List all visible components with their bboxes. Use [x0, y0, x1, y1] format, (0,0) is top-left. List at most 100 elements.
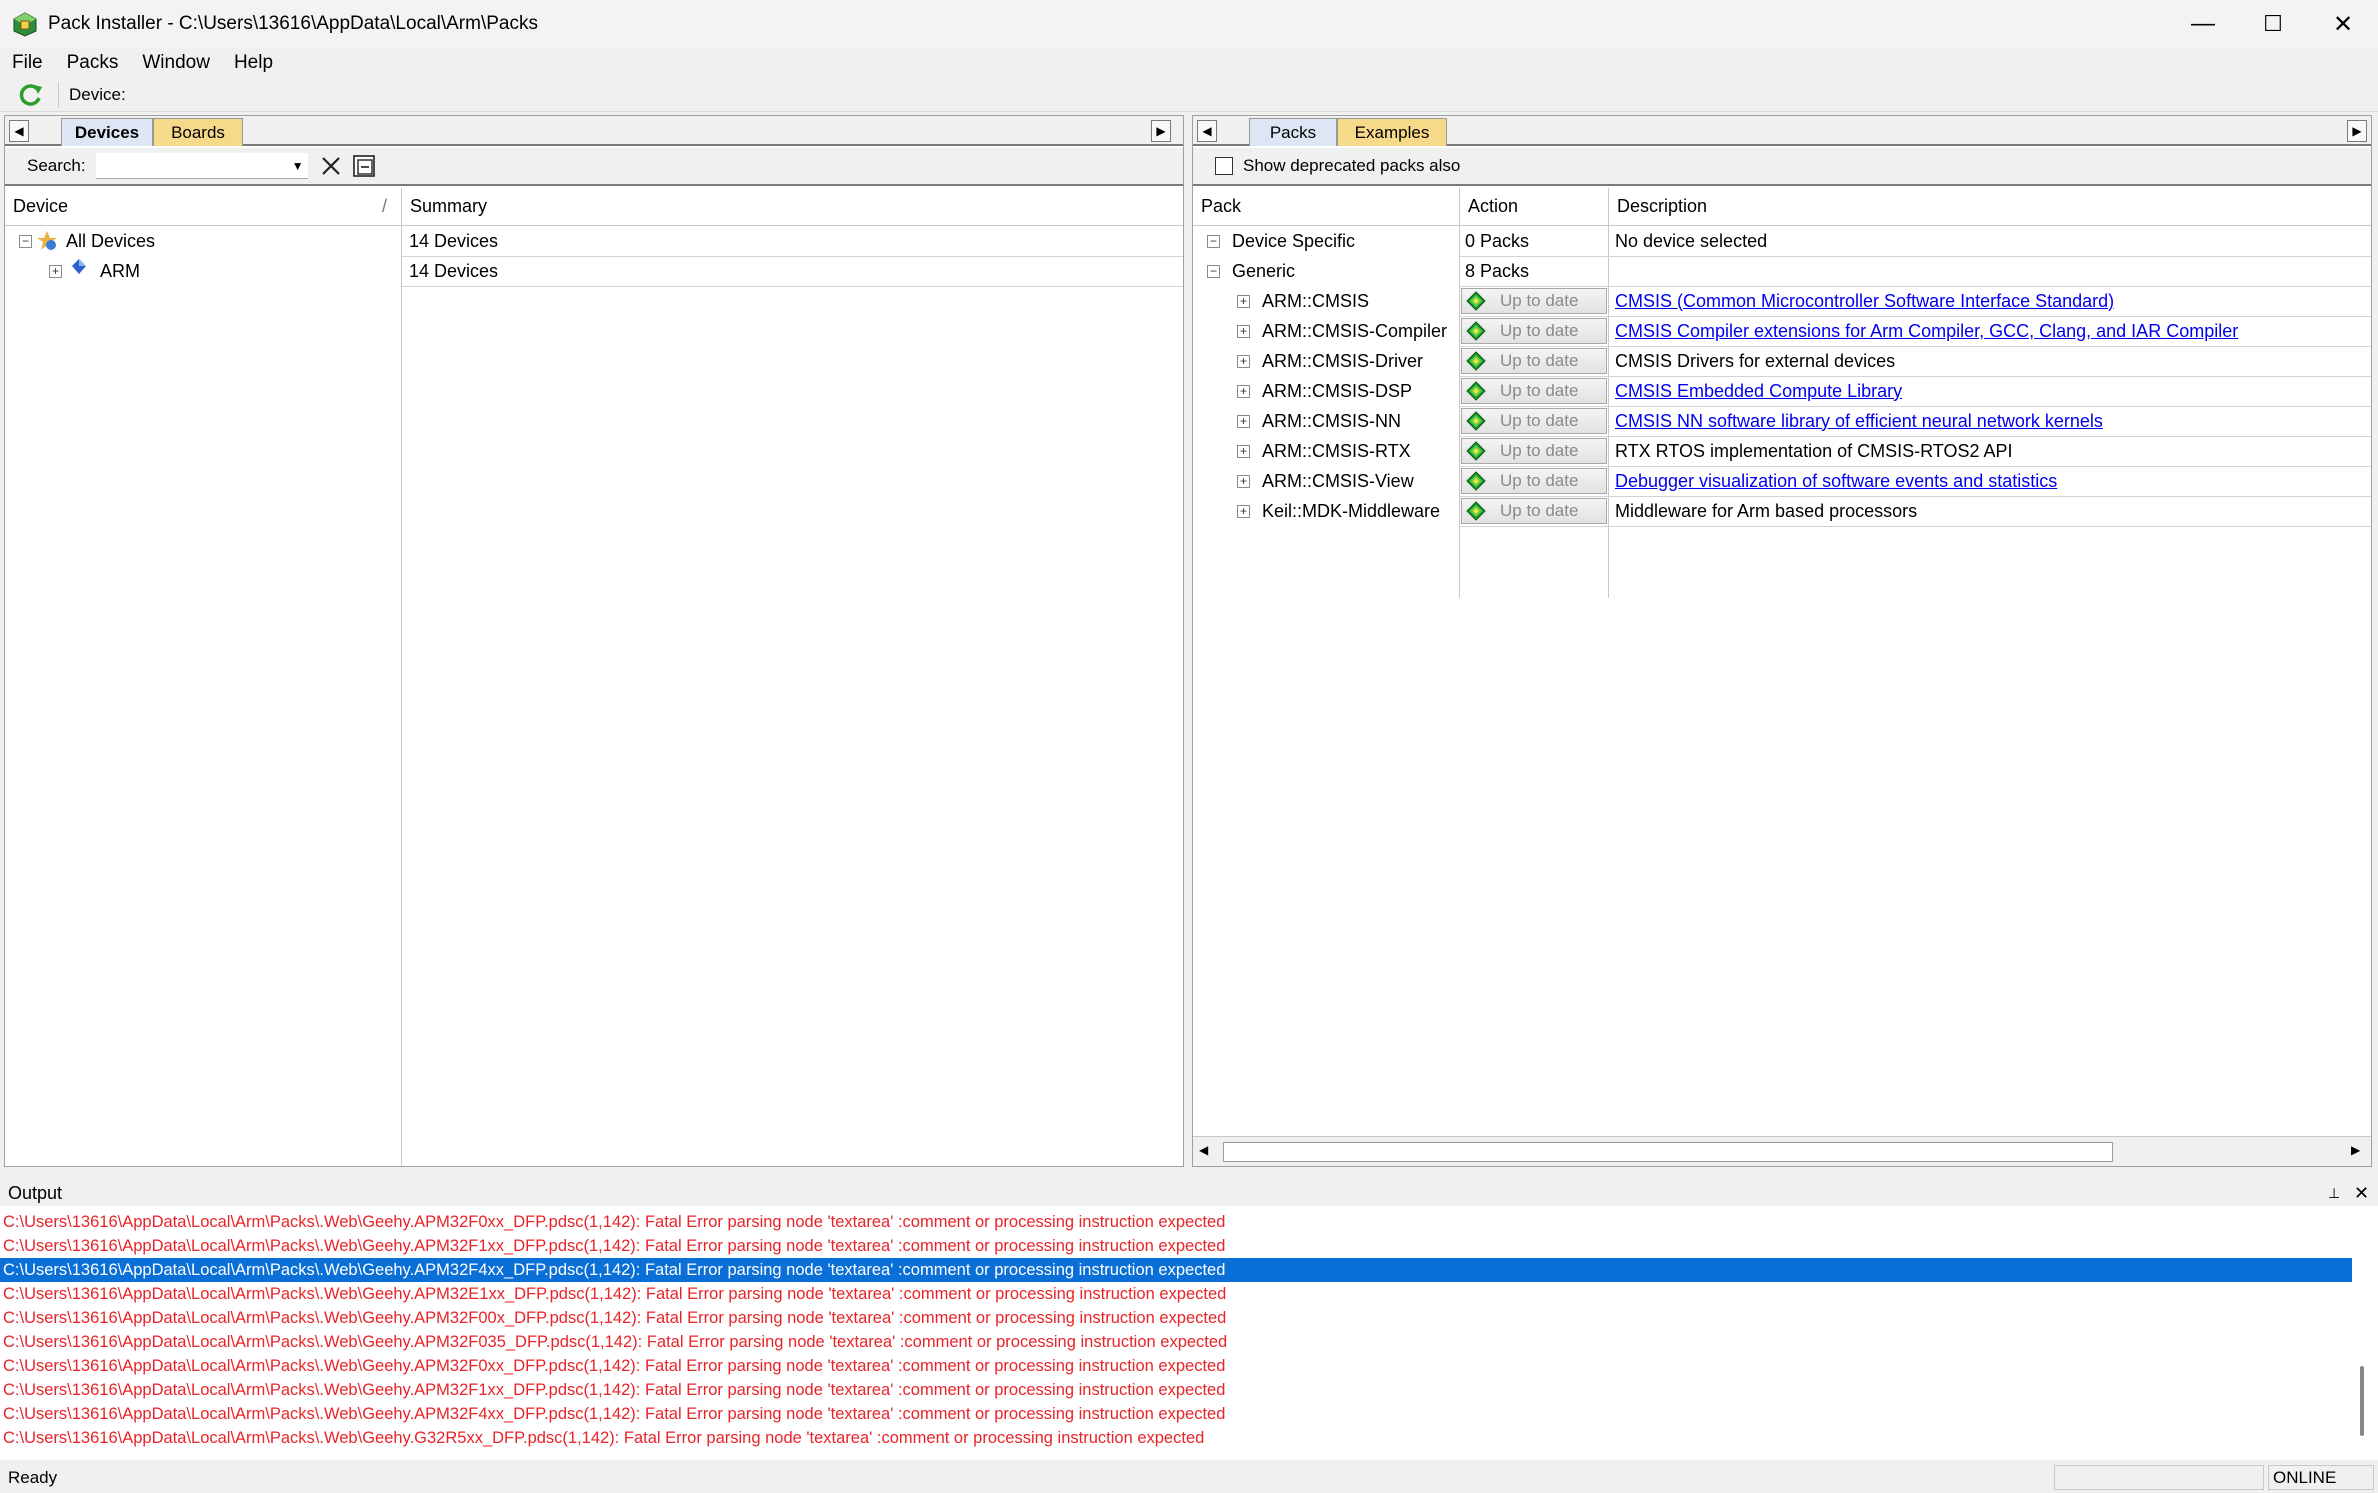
output-line[interactable]: C:\Users\13616\AppData\Local\Arm\Packs\.… — [0, 1402, 2352, 1426]
scroll-left-arrow-icon[interactable]: ◀ — [1197, 120, 1217, 142]
collapse-all-icon[interactable] — [352, 154, 376, 178]
expand-icon[interactable]: + — [1237, 384, 1250, 398]
pack-name: ARM::CMSIS-DSP — [1262, 380, 1413, 401]
online-status: ONLINE — [2268, 1465, 2374, 1490]
collapse-icon[interactable]: − — [1207, 234, 1220, 248]
description-link[interactable]: CMSIS Embedded Compute Library — [1615, 376, 2367, 406]
pack-name: ARM::CMSIS-Compiler — [1262, 320, 1448, 341]
group-action: 0 Packs — [1465, 230, 1530, 251]
up-to-date-button[interactable]: Up to date — [1461, 288, 1607, 314]
output-line[interactable]: C:\Users\13616\AppData\Local\Arm\Packs\.… — [0, 1282, 2352, 1306]
tab-packs[interactable]: Packs — [1249, 118, 1337, 146]
expand-icon[interactable]: + — [1237, 474, 1250, 488]
expand-icon[interactable]: + — [1237, 414, 1250, 428]
summary-cell: 14 Devices — [409, 230, 499, 251]
close-button[interactable]: ✕ — [2308, 0, 2378, 48]
scroll-right-arrow-icon[interactable]: ▶ — [1151, 120, 1171, 142]
pack-row[interactable]: + ARM::CMSIS-NN — [1193, 406, 1459, 436]
expand-icon[interactable]: + — [1237, 324, 1250, 338]
expand-icon[interactable]: + — [1237, 444, 1250, 458]
expand-icon[interactable]: + — [1237, 294, 1250, 308]
chevron-down-icon[interactable]: ▼ — [292, 159, 304, 173]
description-link[interactable]: CMSIS NN software library of efficient n… — [1615, 406, 2367, 436]
status-diamond-icon — [1466, 351, 1486, 371]
pack-row[interactable]: + ARM::CMSIS-RTX — [1193, 436, 1459, 466]
output-line[interactable]: C:\Users\13616\AppData\Local\Arm\Packs\.… — [0, 1426, 2352, 1450]
scroll-right-arrow-icon[interactable]: ▶ — [2351, 1143, 2360, 1157]
pack-row[interactable]: + ARM::CMSIS-View — [1193, 466, 1459, 496]
pack-row[interactable]: + ARM::CMSIS-Compiler — [1193, 316, 1459, 346]
pack-row[interactable]: + ARM::CMSIS-DSP — [1193, 376, 1459, 406]
description-link[interactable]: CMSIS Compiler extensions for Arm Compil… — [1615, 316, 2367, 346]
maximize-icon: ☐ — [2263, 11, 2283, 36]
tab-boards[interactable]: Boards — [153, 118, 243, 146]
action-label: Up to date — [1500, 471, 1579, 490]
up-to-date-button[interactable]: Up to date — [1461, 318, 1607, 344]
group-row-generic[interactable]: − Generic — [1193, 256, 1459, 286]
group-row-device-specific[interactable]: − Device Specific — [1193, 226, 1459, 256]
tab-devices[interactable]: Devices — [61, 118, 153, 146]
output-line[interactable]: C:\Users\13616\AppData\Local\Arm\Packs\.… — [0, 1330, 2352, 1354]
pack-column-header[interactable]: Pack — [1193, 188, 1459, 226]
description-link[interactable]: CMSIS (Common Microcontroller Software I… — [1615, 286, 2367, 316]
description-link[interactable]: Debugger visualization of software event… — [1615, 466, 2367, 496]
tab-examples[interactable]: Examples — [1337, 118, 1447, 146]
pack-row[interactable]: + ARM::CMSIS — [1193, 286, 1459, 316]
summary-cell: 14 Devices — [409, 260, 499, 281]
horizontal-scrollbar[interactable]: ◀ ▶ — [1193, 1136, 2371, 1166]
collapse-icon[interactable]: − — [19, 234, 32, 248]
maximize-button[interactable]: ☐ — [2238, 0, 2308, 48]
output-scrollbar-thumb[interactable] — [2360, 1366, 2364, 1436]
menu-window[interactable]: Window — [130, 52, 222, 74]
tree-row-arm[interactable]: + ARM — [5, 256, 401, 286]
up-to-date-button[interactable]: Up to date — [1461, 348, 1607, 374]
scrollbar-thumb[interactable] — [1223, 1142, 2113, 1162]
up-to-date-button[interactable]: Up to date — [1461, 498, 1607, 524]
menu-file[interactable]: File — [0, 52, 55, 74]
search-input[interactable]: ▼ — [95, 153, 308, 179]
search-label: Search: — [27, 156, 86, 175]
output-line[interactable]: C:\Users\13616\AppData\Local\Arm\Packs\.… — [0, 1258, 2352, 1282]
tree-row-all-devices[interactable]: − All Devices — [5, 226, 401, 256]
up-to-date-button[interactable]: Up to date — [1461, 378, 1607, 404]
up-to-date-button[interactable]: Up to date — [1461, 438, 1607, 464]
group-description — [1615, 256, 2365, 286]
clear-search-icon[interactable] — [320, 155, 342, 177]
pack-row[interactable]: + Keil::MDK-Middleware — [1193, 496, 1459, 526]
device-column-header[interactable]: Device / — [5, 188, 401, 226]
up-to-date-button[interactable]: Up to date — [1461, 468, 1607, 494]
expand-icon[interactable]: + — [49, 264, 62, 278]
expand-icon[interactable]: + — [1237, 354, 1250, 368]
summary-column-header[interactable]: Summary — [402, 188, 1183, 226]
output-line[interactable]: C:\Users\13616\AppData\Local\Arm\Packs\.… — [0, 1306, 2352, 1330]
output-panel[interactable]: C:\Users\13616\AppData\Local\Arm\Packs\.… — [0, 1206, 2378, 1460]
scroll-right-arrow-icon[interactable]: ▶ — [2347, 120, 2367, 142]
sort-icon: / — [381, 196, 387, 216]
menu-help[interactable]: Help — [222, 52, 285, 74]
toolbar: Device: — [0, 78, 2378, 112]
close-output-icon[interactable]: ✕ — [2354, 1183, 2369, 1204]
action-column-header[interactable]: Action — [1460, 188, 1608, 226]
right-tabstrip: ◀ Packs Examples ▶ — [1193, 116, 2371, 146]
output-line[interactable]: C:\Users\13616\AppData\Local\Arm\Packs\.… — [0, 1234, 2352, 1258]
scroll-left-arrow-icon[interactable]: ◀ — [9, 120, 29, 142]
output-line[interactable]: C:\Users\13616\AppData\Local\Arm\Packs\.… — [0, 1354, 2352, 1378]
expand-icon[interactable]: + — [1237, 504, 1250, 518]
collapse-icon[interactable]: − — [1207, 264, 1220, 278]
description-column-header[interactable]: Description — [1609, 188, 2371, 226]
action-label: Up to date — [1500, 291, 1579, 310]
deprecated-checkbox[interactable] — [1215, 157, 1233, 175]
devices-pane: ◀ Devices Boards ▶ Search: ▼ Device / Su… — [4, 115, 1184, 1167]
minimize-icon: — — [2191, 10, 2215, 37]
menu-packs[interactable]: Packs — [55, 52, 131, 74]
scroll-left-arrow-icon[interactable]: ◀ — [1199, 1143, 1208, 1157]
pack-name: Keil::MDK-Middleware — [1262, 500, 1441, 521]
output-line[interactable]: C:\Users\13616\AppData\Local\Arm\Packs\.… — [0, 1210, 2352, 1234]
pack-row[interactable]: + ARM::CMSIS-Driver — [1193, 346, 1459, 376]
pin-icon[interactable]: ⊥ — [2328, 1185, 2340, 1202]
refresh-icon[interactable] — [18, 82, 44, 108]
minimize-button[interactable]: — — [2168, 0, 2238, 48]
tree-label: ARM — [100, 260, 140, 281]
up-to-date-button[interactable]: Up to date — [1461, 408, 1607, 434]
output-line[interactable]: C:\Users\13616\AppData\Local\Arm\Packs\.… — [0, 1378, 2352, 1402]
